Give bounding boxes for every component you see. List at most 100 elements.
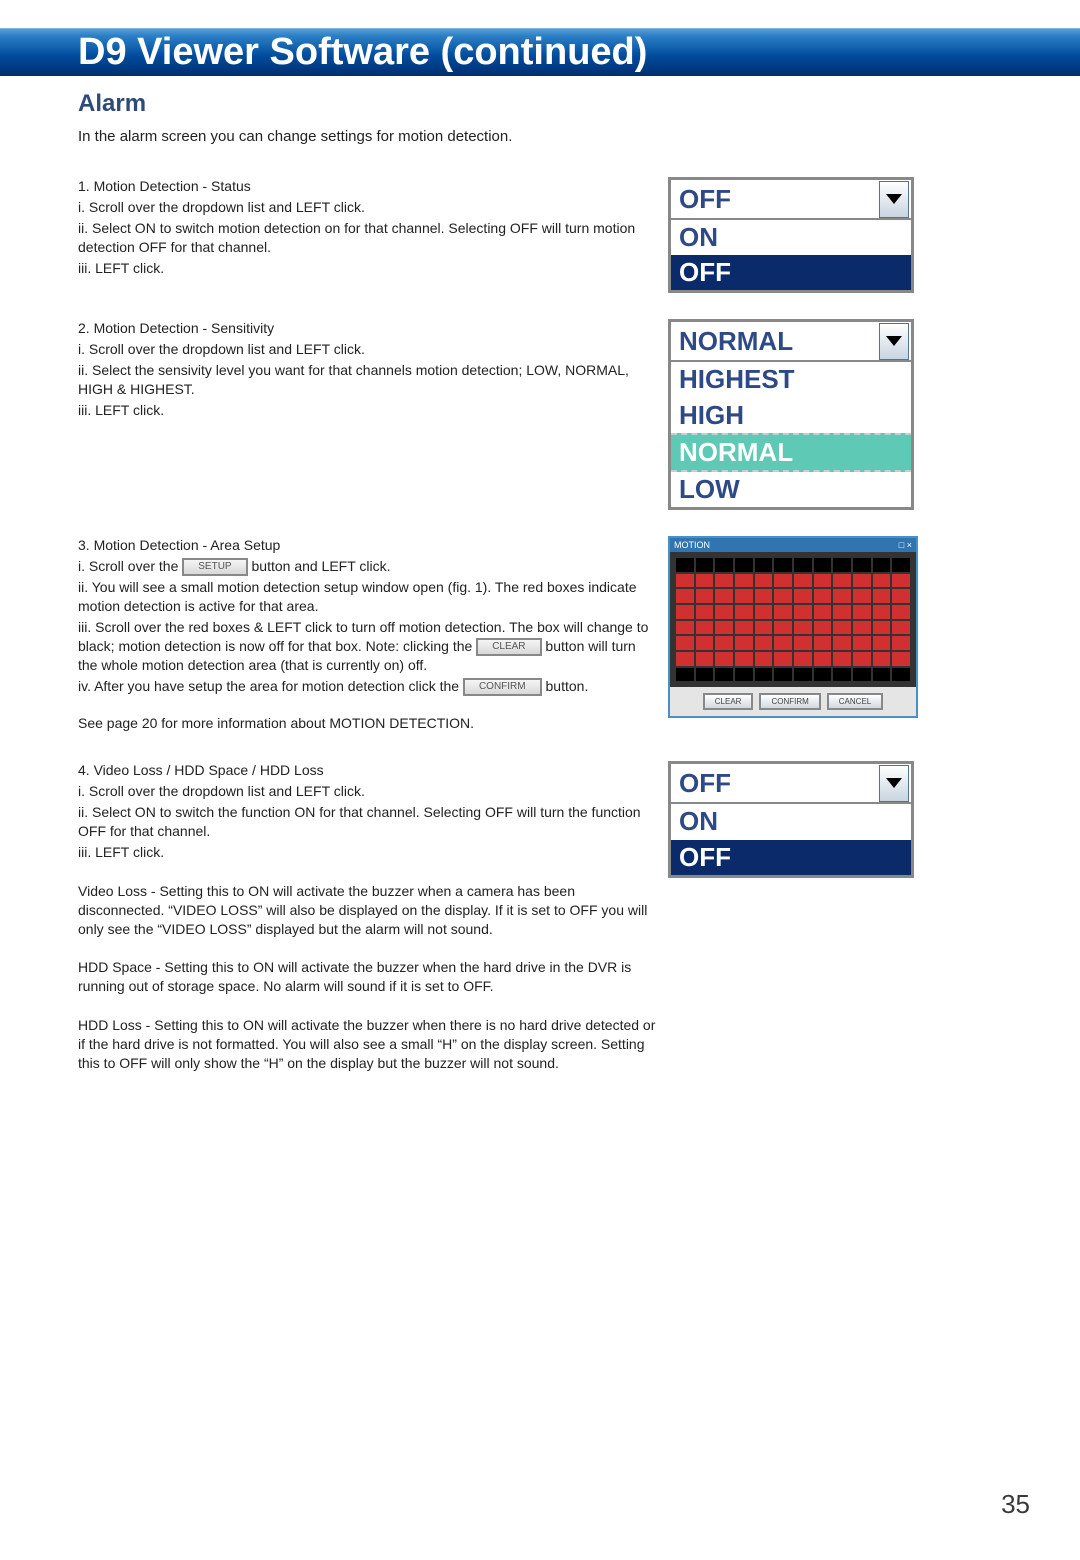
chevron-down-icon[interactable] — [879, 765, 909, 802]
motion-cell[interactable] — [853, 558, 871, 572]
motion-cell[interactable] — [696, 558, 714, 572]
motion-cell[interactable] — [755, 605, 773, 619]
dd-item-low[interactable]: LOW — [671, 472, 911, 507]
chevron-down-icon[interactable] — [879, 181, 909, 218]
motion-cell[interactable] — [735, 652, 753, 666]
motion-cell[interactable] — [794, 652, 812, 666]
mw-confirm-button[interactable]: CONFIRM — [759, 693, 820, 710]
motion-cell[interactable] — [873, 558, 891, 572]
motion-cell[interactable] — [774, 574, 792, 588]
motion-cell[interactable] — [873, 636, 891, 650]
motion-cell[interactable] — [853, 668, 871, 682]
dd-header[interactable]: OFF — [671, 180, 911, 220]
motion-cell[interactable] — [755, 558, 773, 572]
motion-cell[interactable] — [774, 621, 792, 635]
dd-item-normal[interactable]: NORMAL — [671, 433, 911, 472]
motion-cell[interactable] — [735, 558, 753, 572]
motion-cell[interactable] — [892, 652, 910, 666]
motion-cell[interactable] — [715, 621, 733, 635]
motion-cell[interactable] — [676, 636, 694, 650]
motion-cell[interactable] — [814, 621, 832, 635]
motion-cell[interactable] — [696, 574, 714, 588]
motion-cell[interactable] — [853, 652, 871, 666]
motion-cell[interactable] — [696, 605, 714, 619]
motion-cell[interactable] — [735, 574, 753, 588]
motion-cell[interactable] — [755, 668, 773, 682]
motion-cell[interactable] — [833, 605, 851, 619]
motion-cell[interactable] — [814, 668, 832, 682]
motion-cell[interactable] — [676, 558, 694, 572]
motion-cell[interactable] — [676, 652, 694, 666]
motion-cell[interactable] — [892, 589, 910, 603]
motion-cell[interactable] — [814, 558, 832, 572]
videoloss-dropdown[interactable]: OFF ON OFF — [668, 761, 914, 877]
motion-cell[interactable] — [676, 668, 694, 682]
motion-cell[interactable] — [696, 636, 714, 650]
motion-cell[interactable] — [892, 668, 910, 682]
motion-cell[interactable] — [833, 558, 851, 572]
motion-cell[interactable] — [873, 668, 891, 682]
motion-cell[interactable] — [735, 589, 753, 603]
motion-cell[interactable] — [833, 668, 851, 682]
motion-cell[interactable] — [873, 589, 891, 603]
mw-cancel-button[interactable]: CANCEL — [827, 693, 883, 710]
motion-cell[interactable] — [794, 636, 812, 650]
motion-cell[interactable] — [715, 636, 733, 650]
dd-header[interactable]: OFF — [671, 764, 911, 804]
motion-cell[interactable] — [873, 574, 891, 588]
motion-cell[interactable] — [892, 558, 910, 572]
motion-cell[interactable] — [853, 574, 871, 588]
motion-cell[interactable] — [774, 652, 792, 666]
motion-cell[interactable] — [774, 558, 792, 572]
motion-cell[interactable] — [873, 621, 891, 635]
motion-cell[interactable] — [715, 668, 733, 682]
motion-cell[interactable] — [774, 605, 792, 619]
motion-cell[interactable] — [696, 668, 714, 682]
motion-cell[interactable] — [892, 636, 910, 650]
motion-cell[interactable] — [696, 621, 714, 635]
motion-cell[interactable] — [814, 605, 832, 619]
motion-cell[interactable] — [755, 621, 773, 635]
motion-cell[interactable] — [853, 636, 871, 650]
motion-cell[interactable] — [676, 621, 694, 635]
motion-cell[interactable] — [892, 605, 910, 619]
motion-cell[interactable] — [794, 558, 812, 572]
motion-cell[interactable] — [794, 589, 812, 603]
motion-cell[interactable] — [794, 668, 812, 682]
motion-cell[interactable] — [715, 605, 733, 619]
motion-cell[interactable] — [676, 574, 694, 588]
motion-cell[interactable] — [676, 589, 694, 603]
motion-cell[interactable] — [774, 668, 792, 682]
motion-cell[interactable] — [755, 652, 773, 666]
sensitivity-dropdown[interactable]: NORMAL HIGHEST HIGH NORMAL LOW — [668, 319, 914, 510]
motion-cell[interactable] — [853, 621, 871, 635]
dd-item-highest[interactable]: HIGHEST — [671, 362, 911, 397]
motion-cell[interactable] — [833, 574, 851, 588]
dd-item-on[interactable]: ON — [671, 220, 911, 255]
motion-cell[interactable] — [676, 605, 694, 619]
motion-cell[interactable] — [853, 589, 871, 603]
confirm-button-inline[interactable]: CONFIRM — [463, 678, 542, 696]
motion-cell[interactable] — [755, 589, 773, 603]
motion-cell[interactable] — [814, 636, 832, 650]
motion-cell[interactable] — [814, 589, 832, 603]
motion-cell[interactable] — [774, 589, 792, 603]
dd-item-off[interactable]: OFF — [671, 255, 911, 290]
motion-cell[interactable] — [794, 574, 812, 588]
motion-cell[interactable] — [833, 636, 851, 650]
dd-item-off[interactable]: OFF — [671, 840, 911, 875]
window-controls-icon[interactable]: □ × — [899, 540, 912, 550]
dd-item-on[interactable]: ON — [671, 804, 911, 839]
motion-cell[interactable] — [715, 652, 733, 666]
dd-item-high[interactable]: HIGH — [671, 398, 911, 433]
motion-cell[interactable] — [696, 589, 714, 603]
status-dropdown[interactable]: OFF ON OFF — [668, 177, 914, 293]
motion-cell[interactable] — [696, 652, 714, 666]
motion-cell[interactable] — [853, 605, 871, 619]
motion-cell[interactable] — [774, 636, 792, 650]
motion-cell[interactable] — [833, 621, 851, 635]
motion-cell[interactable] — [735, 636, 753, 650]
motion-grid[interactable] — [670, 552, 916, 687]
motion-cell[interactable] — [715, 558, 733, 572]
motion-cell[interactable] — [735, 668, 753, 682]
